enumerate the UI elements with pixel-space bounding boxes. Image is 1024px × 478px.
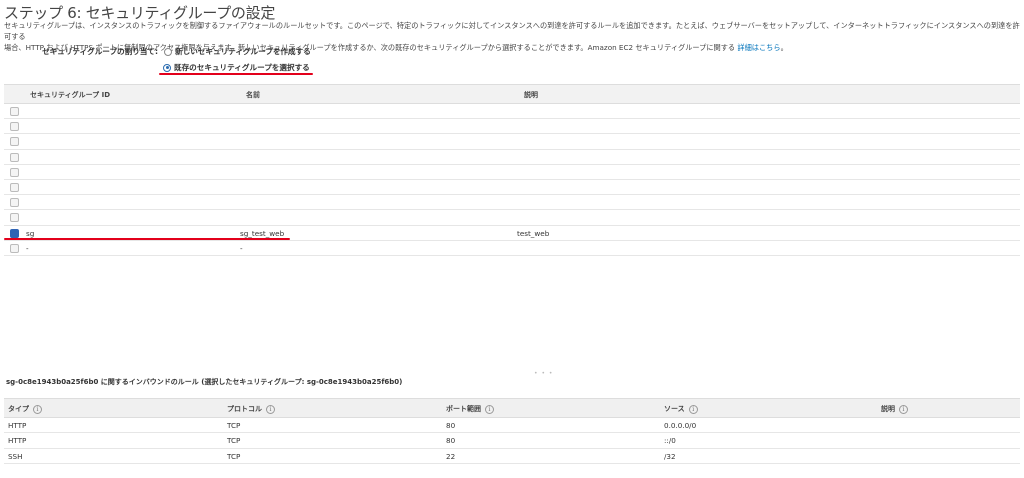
sg-id-cell: -: [26, 243, 29, 253]
row-checkbox[interactable]: [10, 167, 19, 177]
option-existing-sg[interactable]: 既存のセキュリティグループを選択する: [163, 62, 310, 73]
description-line-1: セキュリティグループは、インスタンスのトラフィックを制御するファイアウォールのル…: [4, 21, 1020, 41]
col-type-label: タイプ: [8, 405, 29, 413]
inbound-rules-table: タイプ i プロトコル i ポート範囲 i ソース i 説明 i HTTP TCP 80 0.0…: [4, 398, 1020, 464]
rule-protocol-cell: TCP: [227, 421, 241, 430]
info-icon[interactable]: i: [899, 404, 908, 414]
col-name[interactable]: 名前: [246, 90, 260, 100]
sg-name-cell: sg_test_web: [240, 228, 285, 238]
rules-table-header: タイプ i プロトコル i ポート範囲 i ソース i 説明 i: [4, 398, 1020, 418]
col-source: ソース i: [664, 404, 698, 414]
row-checkbox[interactable]: [10, 152, 19, 162]
table-row[interactable]: [4, 104, 1020, 120]
col-rule-desc-label: 説明: [881, 405, 895, 413]
sg-name-cell: -: [240, 243, 243, 253]
radio-existing-sg-label[interactable]: 既存のセキュリティグループを選択する: [174, 62, 310, 73]
col-protocol: プロトコル i: [227, 404, 275, 414]
table-row[interactable]: [4, 150, 1020, 165]
description-end: 。: [780, 43, 788, 52]
row-checkbox[interactable]: [10, 122, 19, 132]
rule-source-cell: 0.0.0.0/0: [664, 421, 697, 430]
sg-id-cell: sg: [26, 228, 35, 238]
annotation-underline-row: [4, 238, 290, 240]
col-rule-description: 説明 i: [881, 404, 908, 414]
radio-new-sg[interactable]: [164, 47, 173, 56]
col-description[interactable]: 説明: [524, 90, 538, 100]
table-row[interactable]: [4, 180, 1020, 196]
rule-protocol-cell: TCP: [227, 451, 241, 461]
col-protocol-label: プロトコル: [227, 405, 262, 413]
table-row[interactable]: [4, 165, 1020, 180]
rule-type-cell: HTTP: [8, 421, 27, 430]
rule-row: HTTP TCP 80::/0: [4, 433, 1020, 449]
annotation-underline-option: [159, 73, 313, 75]
rule-port-cell: 22: [446, 451, 456, 461]
row-checkbox[interactable]: [10, 137, 19, 147]
rule-protocol-cell: TCP: [227, 436, 241, 446]
rule-source-cell: ::/0: [664, 436, 676, 446]
row-checkbox[interactable]: [10, 182, 19, 192]
table-row[interactable]: [4, 119, 1020, 135]
sg-desc-cell: test_web: [517, 228, 550, 238]
col-port-range: ポート範囲 i: [446, 404, 494, 414]
rule-row: HTTP TCP 80 0.0.0.0/0: [4, 418, 1020, 434]
sg-table-header: セキュリティグループ ID 名前 説明: [4, 84, 1020, 104]
table-row[interactable]: [4, 134, 1020, 150]
info-icon[interactable]: i: [688, 404, 698, 414]
col-port-label: ポート範囲: [446, 405, 481, 413]
row-checkbox[interactable]: [10, 243, 19, 253]
learn-more-link[interactable]: 詳細はこちら: [737, 43, 780, 52]
col-source-label: ソース: [664, 405, 685, 413]
col-sg-id[interactable]: セキュリティグループ ID: [30, 90, 110, 100]
table-row[interactable]: [4, 210, 1020, 226]
row-checkbox[interactable]: [10, 107, 19, 116]
rule-type-cell: HTTP: [8, 436, 27, 446]
sg-assign-group: セキュリティグループの割り当て: 新しいセキュリティグループを作成する: [42, 46, 311, 57]
row-checkbox[interactable]: [10, 198, 19, 208]
inbound-rules-title: sg-0c8e1943b0a25f6b0 に関するインバウンドのルール (選択し…: [6, 378, 403, 386]
rule-source-cell: /32: [664, 451, 676, 461]
rule-type-cell: SSH: [8, 451, 23, 461]
info-icon[interactable]: i: [485, 404, 494, 414]
sg-assign-label: セキュリティグループの割り当て:: [42, 47, 159, 56]
rule-port-cell: 80: [446, 421, 456, 430]
radio-existing-sg[interactable]: [163, 63, 171, 72]
table-row[interactable]: --: [4, 241, 1020, 256]
info-icon[interactable]: i: [33, 404, 42, 414]
security-group-table: セキュリティグループ ID 名前 説明 sg sg_test_web test_we…: [4, 84, 1020, 256]
pane-splitter[interactable]: • • •: [534, 370, 553, 377]
row-checkbox[interactable]: [10, 228, 19, 238]
rule-port-cell: 80: [446, 436, 456, 446]
row-checkbox[interactable]: [10, 213, 19, 223]
table-row[interactable]: [4, 195, 1020, 211]
info-icon[interactable]: i: [266, 404, 275, 414]
rule-row: SSH TCP 22/32: [4, 449, 1020, 464]
col-type: タイプ i: [8, 404, 42, 414]
radio-new-sg-label[interactable]: 新しいセキュリティグループを作成する: [175, 46, 311, 57]
